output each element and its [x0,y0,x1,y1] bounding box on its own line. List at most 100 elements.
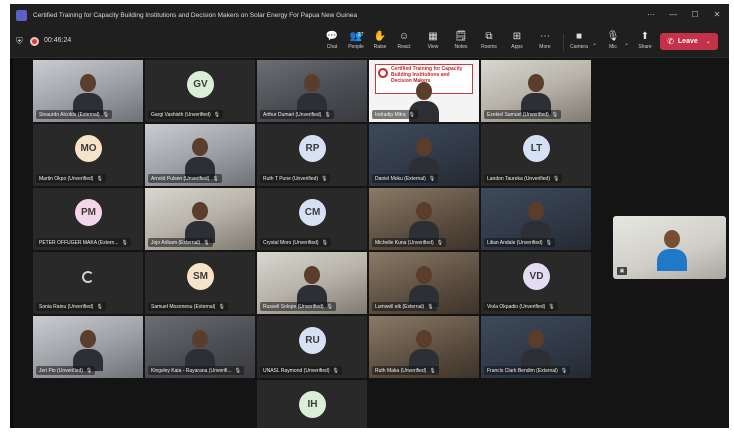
participant-tile[interactable]: Sinaurdo Alcolde (External) 🎙 [33,60,143,122]
shield-icon: ⛨ [16,36,23,46]
window-title: Certified Training for Capacity Building… [33,11,358,19]
camera-button[interactable]: ■ Camera [566,30,592,56]
more-window-options-icon[interactable]: ⋯ [640,9,662,21]
participant-tile[interactable]: Michelle Kuna (Unverified) 🎙 [369,188,479,250]
participant-tile[interactable]: Ezekiel Samuel (Unverified) 🎙 [481,60,591,122]
minimize-icon[interactable]: — [662,9,684,21]
avatar: IH [299,391,326,418]
participant-tile[interactable]: Jojo Aribam (External) 🎙 [145,188,255,250]
participant-tile[interactable]: MO Martin Okpo (Unverified) 🎙 [33,124,143,186]
participant-tile[interactable]: Certified Training for Capacity Building… [369,60,479,122]
participant-tile[interactable]: RP Ruth T Pune (Unverified) 🎙 [257,124,367,186]
people-button[interactable]: 👥 27 People [343,30,369,56]
participant-tile[interactable]: PM PETER OFFUGER MAKA (Extern... 🎙 [33,188,143,250]
participant-name: Arthur Dumari (Unverified) [263,111,322,118]
mic-options-chevron-icon[interactable]: ⌄ [624,40,629,47]
mic-button[interactable]: 🎙 Mic [600,30,626,56]
maximize-icon[interactable]: ☐ [684,9,706,21]
raise-button[interactable]: ✋ Raise [367,30,393,56]
participant-tile[interactable]: Sonia Rainu (Unverified) 🎙 [33,252,143,314]
more-icon: ⋯ [540,31,550,42]
participant-figure [73,330,103,371]
close-icon[interactable]: ✕ [706,9,728,21]
self-person-figure [657,230,687,271]
avatar: VD [523,263,550,290]
self-view-video[interactable]: ▣ [613,216,726,279]
avatar: RP [299,135,326,162]
self-view-badge-icon: ▣ [617,267,627,275]
participant-name: Sinaurdo Alcolde (External) [39,111,100,118]
notes-button[interactable]: 🗒 Notes [448,30,474,56]
chat-button[interactable]: 💬 Chat [319,30,345,56]
share-label: Share [638,44,652,50]
participant-name: Arnold Pulsen (Unverified) [151,175,210,182]
meeting-timer: 00:46:24 [44,37,72,44]
participant-figure [185,330,215,371]
avatar: SM [187,263,214,290]
mic-status-icon: 🎙 [548,303,555,310]
left-edge [10,58,13,428]
share-button[interactable]: ⬆ Share [632,30,658,56]
mic-status-icon: 🎙 [551,111,559,118]
participant-name-bar: Landon Taureka (Unverified) 🎙 [484,174,563,183]
more-label: More [539,44,551,50]
participant-tile[interactable]: CM Crystal Moro (Unverified) 🎙 [257,188,367,250]
view-button[interactable]: ▦ View [420,30,446,56]
participant-tile[interactable]: Lumwell eik (External) 🎙 [369,252,479,314]
mic-status-icon: 🎙 [326,303,333,310]
participant-tile[interactable]: VD Viola Okpadio (Unverified) 🎙 [481,252,591,314]
participant-tile[interactable]: Russell Solope (Unverified) 🎙 [257,252,367,314]
participant-tile[interactable]: Arthur Dumari (Unverified) 🎙 [257,60,367,122]
participant-name-bar: Ezekiel Samuel (Unverified) 🎙 [484,110,562,119]
leave-button[interactable]: ✆ Leave ⌄ [660,33,718,50]
participant-tile[interactable]: LT Landon Taureka (Unverified) 🎙 [481,124,591,186]
participant-name: Gargi Vashisth (Unverified) [151,111,211,118]
slide-logo-icon [378,68,388,78]
leave-options-chevron-icon[interactable]: ⌄ [706,38,711,45]
camera-options-chevron-icon[interactable]: ⌄ [592,40,597,47]
participant-name-bar: Lumwell eik (External) 🎙 [372,302,437,311]
participant-tile[interactable]: SM Samuel Mosonesu (External) 🎙 [145,252,255,314]
mic-status-icon: 🎙 [545,239,552,246]
apps-button[interactable]: ⊞ Apps [504,30,530,56]
mic-label: Mic [609,44,617,50]
participant-tile[interactable]: Ruth Maka (Unverified) 🎙 [369,316,479,378]
more-button[interactable]: ⋯ More [532,30,558,56]
participant-figure [297,266,327,307]
participant-tile[interactable]: GV Gargi Vashisth (Unverified) 🎙 [145,60,255,122]
participant-name: Ruth Maka (Unverified) [375,367,427,374]
mic-status-icon: 🎙 [203,239,210,246]
participant-name-bar: UNASL Raymond (Unverified) 🎙 [260,366,342,375]
participant-name-bar: Daniel Moku (External) 🎙 [372,174,439,183]
participant-figure [521,202,551,243]
react-button[interactable]: ☺ React [391,30,417,56]
participant-name-bar: Jojo Aribam (External) 🎙 [148,238,213,247]
recording-icon [30,37,39,46]
participant-name: Francis Clark Bendim (External) [487,367,558,374]
participant-name-bar: Arnold Pulsen (Unverified) 🎙 [148,174,222,183]
participant-figure [409,202,439,243]
participant-tile[interactable]: Arnold Pulsen (Unverified) 🎙 [145,124,255,186]
apps-icon: ⊞ [512,31,522,42]
participant-figure [409,138,439,179]
mic-status-icon: 🎙 [96,175,103,182]
participant-tile[interactable]: Daniel Moku (External) 🎙 [369,124,479,186]
participant-figure [409,330,439,371]
participant-name: Ruth T Pune (Unverified) [263,175,319,182]
participant-tile[interactable]: IHIvan Ivagara (Unverified)🎙 [257,380,367,428]
rooms-button[interactable]: ⧉ Rooms [476,30,502,56]
participant-figure [521,330,551,371]
participant-tile[interactable]: RU UNASL Raymond (Unverified) 🎙 [257,316,367,378]
participant-tile[interactable]: Kingsley Kaia - Rayarana (Unverifi... 🎙 [145,316,255,378]
rooms-label: Rooms [481,44,497,50]
participant-tile[interactable]: Francis Clark Bendim (External) 🎙 [481,316,591,378]
phone-icon: ✆ [667,37,674,46]
participant-tile[interactable]: Jeri Pio (Unverified) 🎙 [33,316,143,378]
participant-name-bar: Viola Okpadio (Unverified) 🎙 [484,302,558,311]
avatar: PM [75,199,102,226]
participant-name-bar: PETER OFFUGER MAKA (Extern... 🎙 [36,238,131,247]
participant-tile[interactable]: Lilian Andale (Unverified) 🎙 [481,188,591,250]
participant-name: Daniel Moku (External) [375,175,426,182]
avatar: MO [75,135,102,162]
people-count-badge: 27 [358,32,364,38]
